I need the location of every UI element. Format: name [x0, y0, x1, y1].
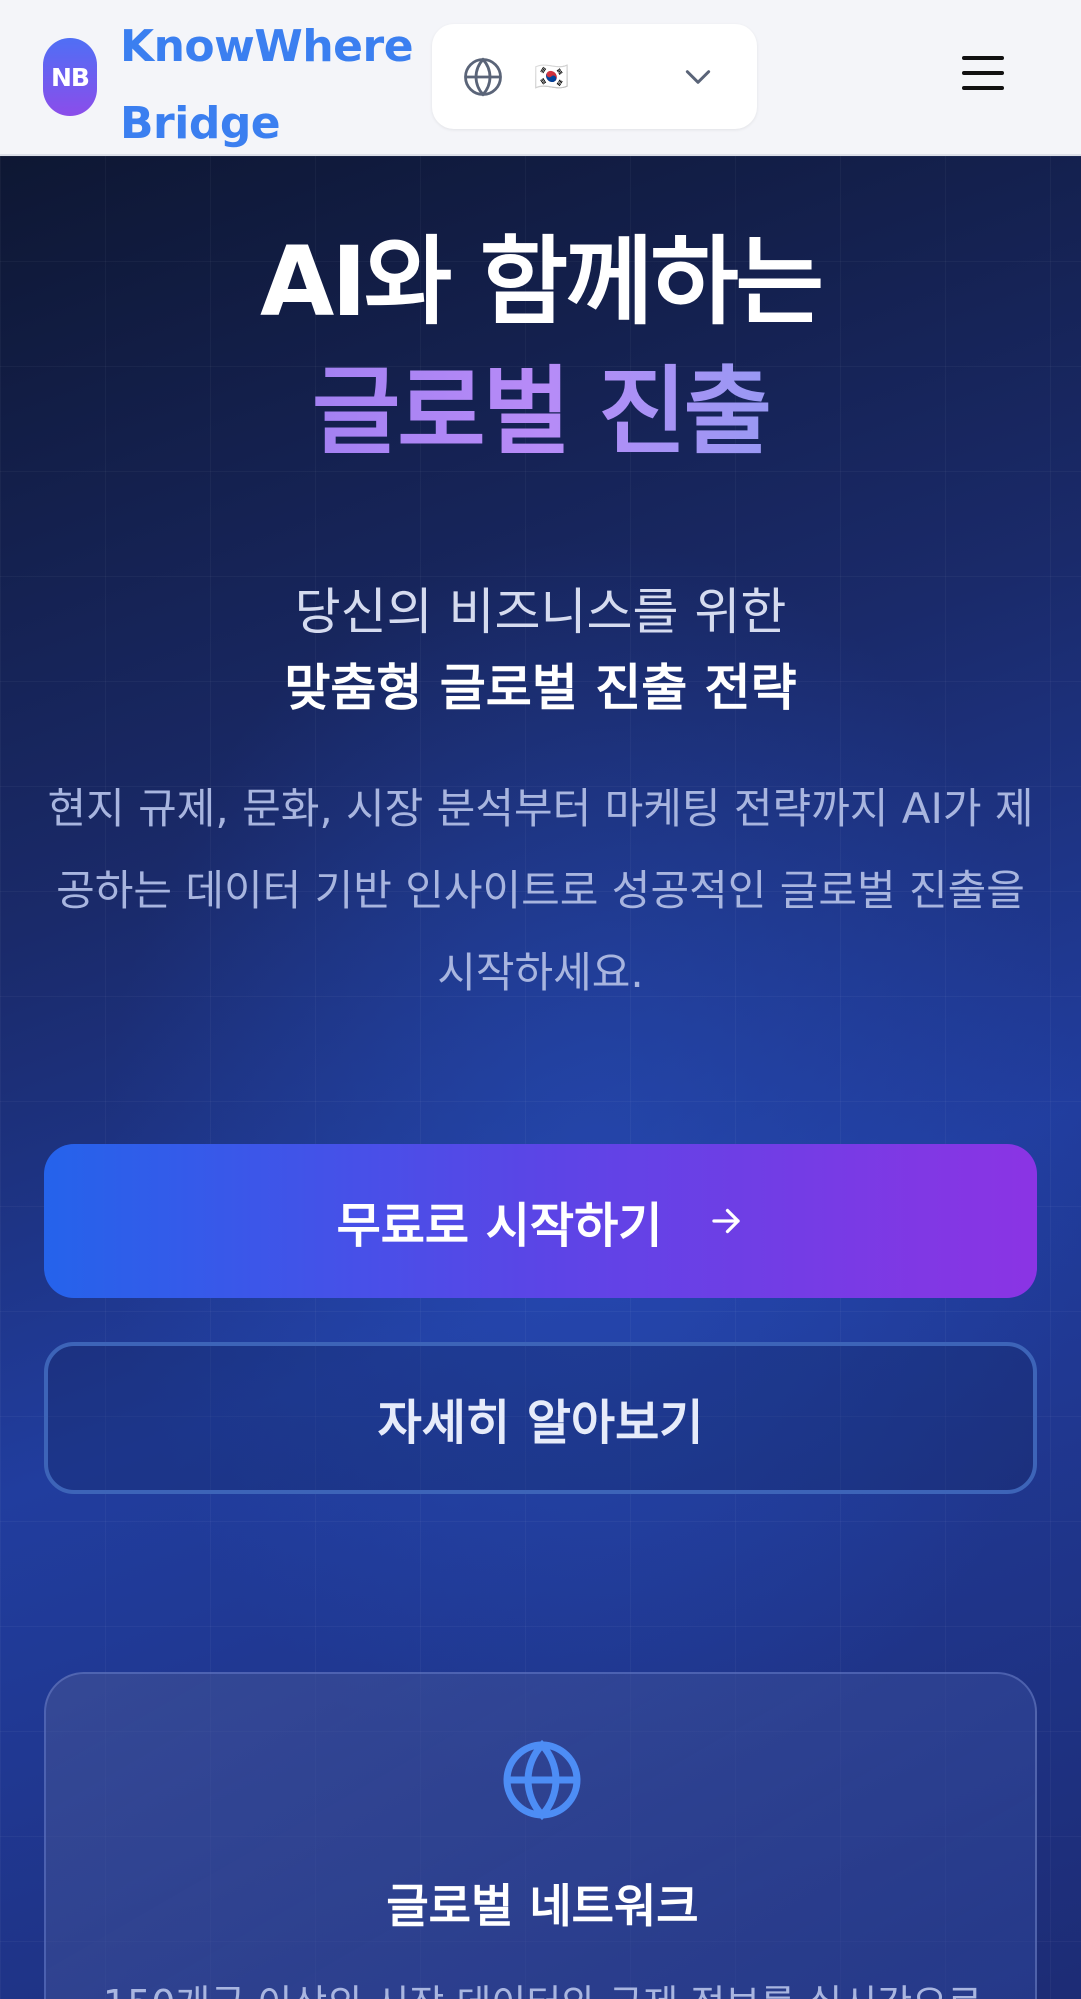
learn-more-label: 자세히 알아보기: [377, 1395, 704, 1451]
hero-description: 현지 규제, 문화, 시장 분석부터 마케팅 전략까지 AI가 제공하는 데이터…: [47, 784, 1034, 997]
logo-wordmark[interactable]: KnowWhere Bridge: [120, 8, 420, 162]
hero-title-accent: 글로벌 진출: [0, 352, 1081, 472]
globe-icon: [464, 57, 502, 97]
feature-card-description: 150개국 이상의 시장 데이터와 규제 정보를 실시간으로: [76, 1972, 1009, 1999]
chevron-down-icon: [685, 70, 711, 84]
feature-card-title: 글로벌 네트워크: [386, 1879, 699, 1933]
feature-card-global-network: 글로벌 네트워크 150개국 이상의 시장 데이터와 규제 정보를 실시간으로: [44, 1672, 1037, 1999]
hero-subtitle-strong: 맞춤형 글로벌 진출 전략: [284, 659, 797, 717]
start-free-label: 무료로 시작하기: [336, 1198, 663, 1254]
site-header: NB KnowWhere Bridge 🇰🇷: [0, 0, 1081, 156]
language-flag: 🇰🇷: [534, 60, 569, 93]
hamburger-menu-icon[interactable]: [962, 56, 1006, 94]
hero-subtitle: 당신의 비즈니스를 위한: [294, 583, 787, 641]
arrow-right-icon: [712, 1208, 741, 1234]
language-selector[interactable]: 🇰🇷: [432, 24, 757, 129]
logo-badge[interactable]: NB: [43, 38, 97, 116]
start-free-button[interactable]: 무료로 시작하기: [44, 1144, 1037, 1298]
learn-more-button[interactable]: 자세히 알아보기: [44, 1342, 1037, 1494]
hero-title: AI와 함께하는: [259, 226, 824, 338]
logo-line-2: Bridge: [120, 98, 281, 149]
globe-icon: [503, 1739, 581, 1821]
hero-section: AI와 함께하는 글로벌 진출 당신의 비즈니스를 위한 맞춤형 글로벌 진출 …: [0, 156, 1081, 1999]
logo-line-1: KnowWhere: [120, 21, 414, 72]
